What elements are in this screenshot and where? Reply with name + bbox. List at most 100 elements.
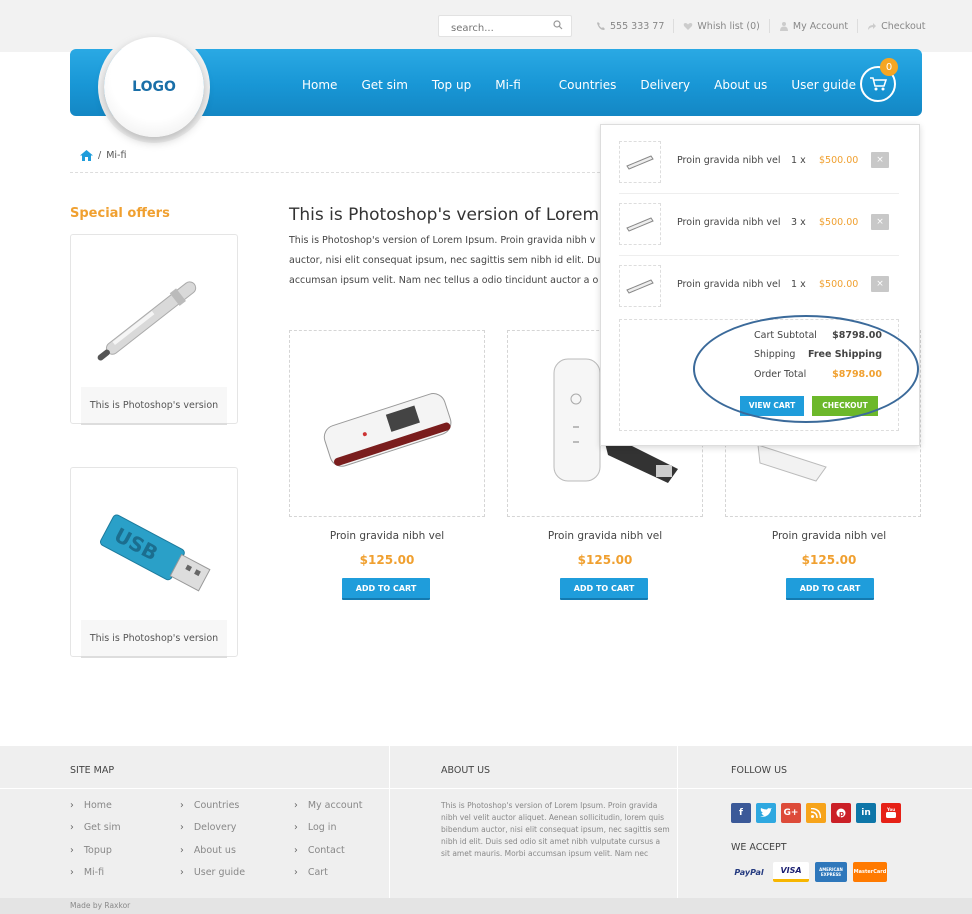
add-to-cart-button[interactable]: ADD TO CART bbox=[560, 578, 648, 600]
about-title: ABOUT US bbox=[441, 765, 491, 776]
home-icon[interactable] bbox=[80, 150, 93, 161]
footer-link-countries[interactable]: Countries bbox=[180, 800, 240, 811]
order-total-row: Order Total $8798.00 bbox=[754, 369, 882, 380]
footer-link-contact[interactable]: Contact bbox=[294, 845, 345, 856]
footer-link-about-us[interactable]: About us bbox=[180, 845, 236, 856]
checkout-button[interactable]: CHECKOUT bbox=[812, 396, 878, 416]
footer-link-mi-fi[interactable]: Mi-fi bbox=[70, 867, 104, 878]
cart-item-thumb[interactable] bbox=[619, 141, 661, 183]
phone-number: 555 333 77 bbox=[610, 20, 665, 32]
wishlist-link[interactable]: Whish list (0) bbox=[683, 20, 760, 32]
cart-item-name[interactable]: Proin gravida nibh vel bbox=[677, 155, 780, 166]
mastercard-icon: MasterCard bbox=[853, 862, 887, 882]
twitter-bird-icon bbox=[760, 808, 772, 817]
nav-countries[interactable]: Countries bbox=[559, 78, 617, 92]
youtube-icon[interactable]: You bbox=[881, 803, 901, 823]
checkout-link[interactable]: Checkout bbox=[867, 21, 926, 32]
cart-totals: Cart Subtotal $8798.00 Shipping Free Shi… bbox=[619, 319, 899, 431]
product-name[interactable]: Proin gravida nibh vel bbox=[289, 530, 485, 542]
divider bbox=[0, 788, 972, 789]
google-plus-icon[interactable]: G+ bbox=[781, 803, 801, 823]
facebook-icon[interactable]: f bbox=[731, 803, 751, 823]
cart-item-qty: 3 x bbox=[791, 217, 806, 228]
mifi-thumbnail-icon bbox=[626, 279, 654, 294]
cart-item-thumb[interactable] bbox=[619, 265, 661, 307]
divider bbox=[857, 19, 859, 33]
remove-item-button[interactable]: × bbox=[871, 152, 889, 168]
twitter-icon[interactable] bbox=[756, 803, 776, 823]
divider bbox=[673, 19, 675, 33]
user-icon bbox=[779, 22, 788, 31]
cart-item-name[interactable]: Proin gravida nibh vel bbox=[677, 279, 780, 290]
mifi-thumbnail-icon bbox=[626, 217, 654, 232]
cart-item-qty: 1 x bbox=[791, 155, 806, 166]
footer-link-log-in[interactable]: Log in bbox=[294, 822, 337, 833]
order-total-label: Order Total bbox=[754, 369, 807, 380]
paypal-icon: PayPal bbox=[734, 867, 764, 877]
rss-waves-icon bbox=[811, 808, 821, 818]
footer-link-get-sim[interactable]: Get sim bbox=[70, 822, 121, 833]
add-to-cart-button[interactable]: ADD TO CART bbox=[786, 578, 874, 600]
product-name[interactable]: Proin gravida nibh vel bbox=[507, 530, 703, 542]
mifi-router-icon bbox=[323, 393, 452, 467]
nav-about-us[interactable]: About us bbox=[714, 78, 767, 92]
search-icon[interactable] bbox=[553, 20, 563, 30]
product-name[interactable]: Proin gravida nibh vel bbox=[731, 530, 927, 542]
footer-link-topup[interactable]: Topup bbox=[70, 845, 112, 856]
wishlist-label: Whish list (0) bbox=[697, 20, 760, 32]
product-price: $125.00 bbox=[801, 553, 857, 567]
search-box bbox=[438, 15, 572, 39]
usb-drive-icon: USB bbox=[100, 514, 211, 592]
account-link[interactable]: My Account bbox=[779, 21, 848, 32]
pinterest-icon[interactable]: p bbox=[831, 803, 851, 823]
sitemap-title: SITE MAP bbox=[70, 765, 115, 776]
description-line: This is Photoshop's version of Lorem Ips… bbox=[289, 235, 596, 246]
offer-caption: This is Photoshop's version bbox=[81, 620, 227, 658]
nav-delivery[interactable]: Delivery bbox=[640, 78, 690, 92]
search-input[interactable] bbox=[439, 18, 539, 39]
special-offers-title: Special offers bbox=[70, 206, 170, 221]
nav-mi-fi[interactable]: Mi-fi bbox=[495, 78, 521, 92]
footer-link-home[interactable]: Home bbox=[70, 800, 112, 811]
view-cart-button[interactable]: VIEW CART bbox=[740, 396, 804, 416]
nav-get-sim[interactable]: Get sim bbox=[361, 78, 407, 92]
shipping-row: Shipping Free Shipping bbox=[754, 349, 882, 360]
add-to-cart-button[interactable]: ADD TO CART bbox=[342, 578, 430, 600]
cart-item-price: $500.00 bbox=[819, 217, 859, 228]
remove-item-button[interactable]: × bbox=[871, 214, 889, 230]
heart-icon bbox=[684, 23, 693, 30]
remove-item-button[interactable]: × bbox=[871, 276, 889, 292]
description-line: auctor, nisi elit consequat ipsum, nec s… bbox=[289, 255, 604, 266]
account-label: My Account bbox=[792, 20, 849, 32]
footer-link-cart[interactable]: Cart bbox=[294, 867, 328, 878]
logo[interactable]: LOGO bbox=[104, 37, 204, 137]
cart-item: Proin gravida nibh vel 1 x $500.00 × bbox=[619, 141, 899, 185]
subtotal-label: Cart Subtotal bbox=[754, 330, 817, 341]
cart-item-name[interactable]: Proin gravida nibh vel bbox=[677, 217, 780, 228]
linkedin-icon[interactable]: in bbox=[856, 803, 876, 823]
nav-home[interactable]: Home bbox=[302, 78, 337, 92]
breadcrumb-sep: / bbox=[98, 150, 102, 161]
footer-link-delivery[interactable]: Delovery bbox=[180, 822, 237, 833]
nav-user-guide[interactable]: User guide bbox=[791, 78, 856, 92]
footer-link-my-account[interactable]: My account bbox=[294, 800, 363, 811]
divider bbox=[70, 172, 600, 173]
mifi-thumbnail-icon bbox=[626, 155, 654, 170]
offer-card[interactable]: USB This is Photoshop's version bbox=[70, 467, 238, 658]
we-accept-title: WE ACCEPT bbox=[731, 842, 787, 853]
svg-text:p: p bbox=[839, 810, 844, 818]
nav-top-up[interactable]: Top up bbox=[432, 78, 471, 92]
product-image[interactable] bbox=[289, 330, 485, 517]
rss-icon[interactable] bbox=[806, 803, 826, 823]
svg-text:You: You bbox=[886, 807, 895, 812]
page-description: This is Photoshop's version of Lorem Ips… bbox=[289, 231, 619, 291]
footer-link-user-guide[interactable]: User guide bbox=[180, 867, 245, 878]
divider bbox=[768, 19, 770, 33]
offer-card[interactable]: This is Photoshop's version bbox=[70, 234, 238, 425]
youtube-logo-icon: You bbox=[886, 807, 896, 818]
cart-item-qty: 1 x bbox=[791, 279, 806, 290]
cart-item-thumb[interactable] bbox=[619, 203, 661, 245]
phone-link[interactable]: 555 333 77 bbox=[596, 21, 664, 32]
subtotal-value: $8798.00 bbox=[832, 330, 882, 341]
product-price: $125.00 bbox=[359, 553, 415, 567]
